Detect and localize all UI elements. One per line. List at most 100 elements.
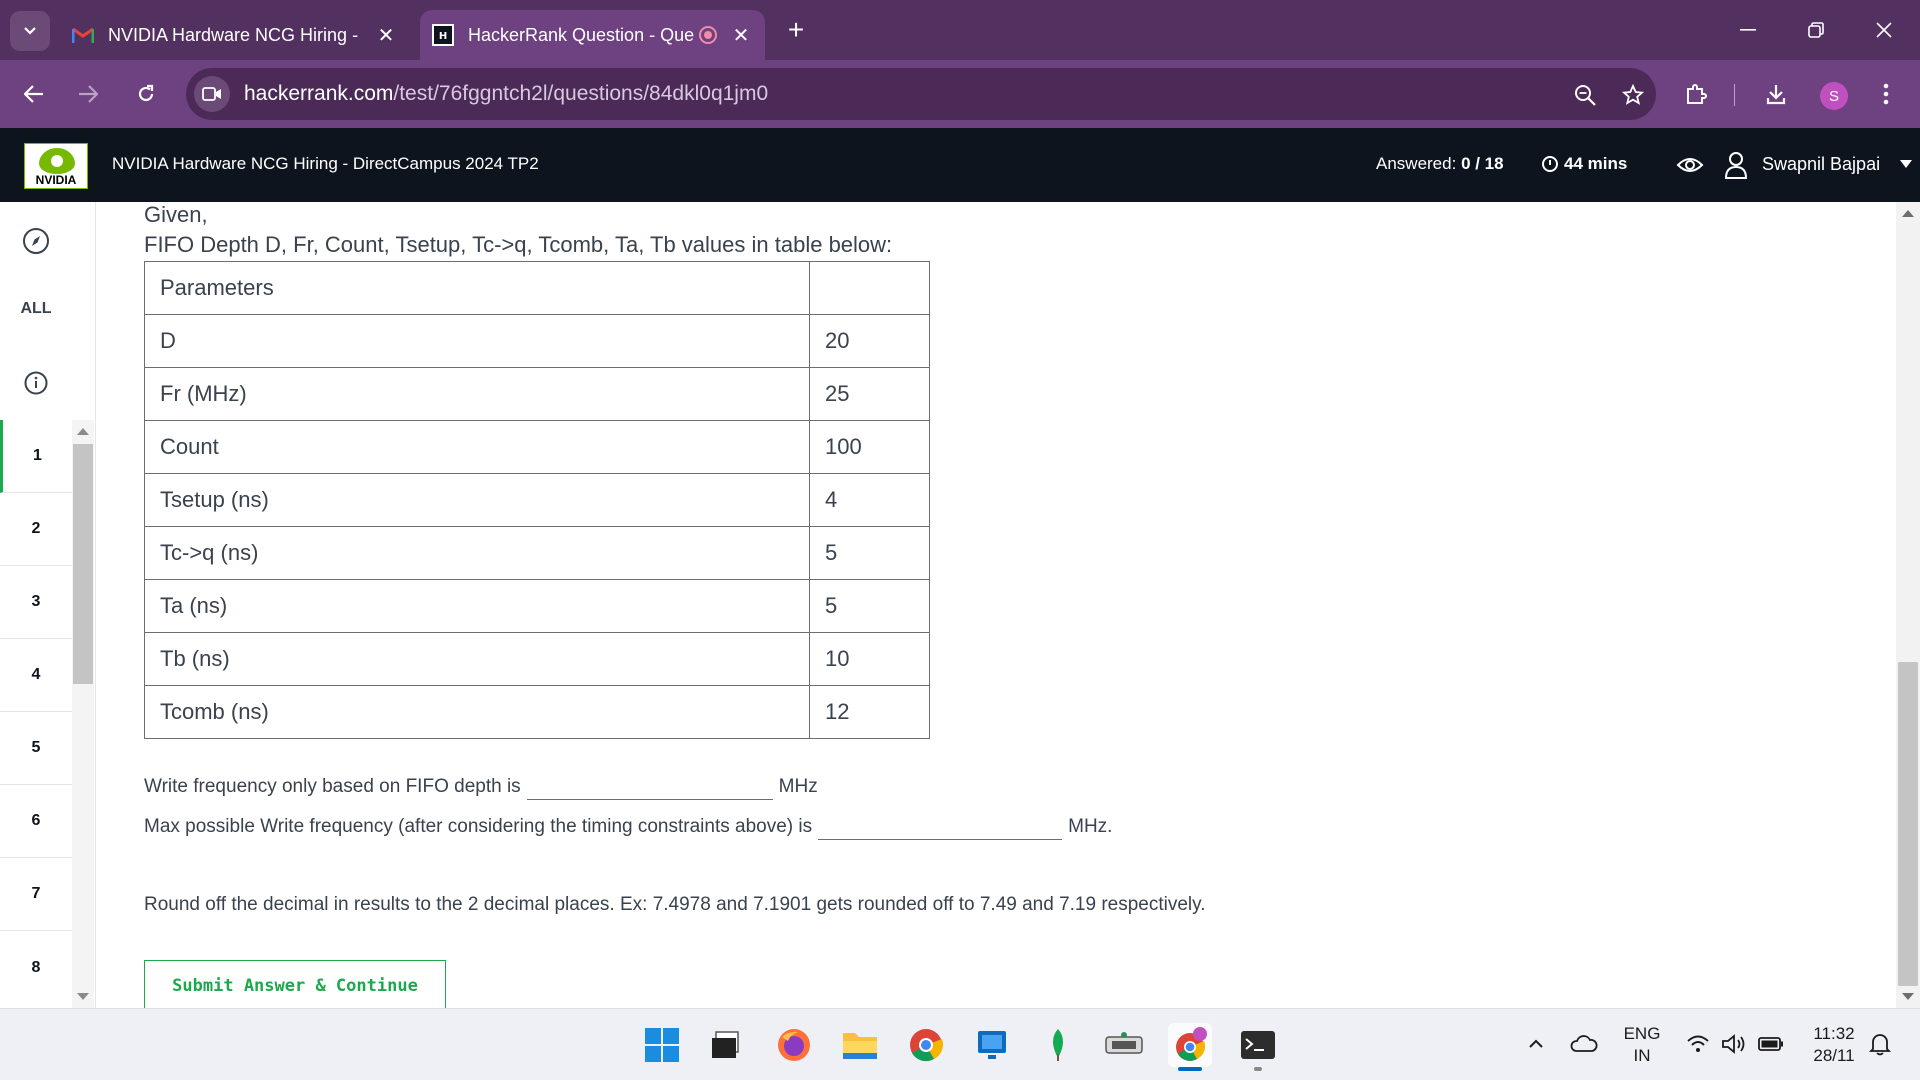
table-row: Ta (ns) 5 [144,579,930,633]
page-scrollbar[interactable] [1896,202,1920,1008]
zoom-icon[interactable] [1570,80,1600,110]
downloads-button[interactable] [1756,74,1796,114]
tab-title: HackerRank Question - Que [468,24,695,45]
question-nav-item[interactable]: 4 [0,639,72,712]
terminal-icon[interactable] [1236,1023,1280,1067]
download-icon [1766,85,1786,105]
tab-gmail[interactable]: NVIDIA Hardware NCG Hiring - ✕ [60,10,410,60]
tab-hackerrank[interactable]: H HackerRank Question - Que ✕ [420,10,765,60]
bookmark-star-icon[interactable] [1618,80,1648,110]
rounding-note: Round off the decimal in results to the … [144,894,1206,915]
question-content: Given, FIFO Depth D, Fr, Count, Tsetup, … [144,202,1844,1008]
dictionary-icon[interactable] [1102,1023,1146,1067]
user-name[interactable]: Swapnil Bajpai [1762,154,1880,175]
region-code: IN [1633,1046,1651,1065]
close-icon[interactable]: ✕ [727,21,755,49]
answered-counter: Answered: 0 / 18 [1376,154,1504,174]
table-row: Tcomb (ns) 12 [144,685,930,739]
scrollbar-thumb[interactable] [1898,662,1918,986]
test-title: NVIDIA Hardware NCG Hiring - DirectCampu… [112,154,539,173]
reload-icon [138,84,154,102]
mongodb-icon[interactable] [1036,1023,1080,1067]
param-value: 100 [809,420,930,474]
scroll-up-icon[interactable] [77,428,89,435]
nvidia-logo: NVIDIA [24,143,88,189]
all-questions-button[interactable]: ALL [0,284,72,334]
param-value: 25 [809,367,930,421]
caret-down-icon[interactable] [1900,160,1912,168]
tab-title: NVIDIA Hardware NCG Hiring - [108,24,359,45]
windows-start-icon[interactable] [640,1023,684,1067]
scroll-up-icon[interactable] [1902,210,1914,217]
browser-menu-button[interactable] [1866,74,1906,114]
user-icon[interactable] [1724,150,1748,180]
url-path: /test/76fggntch2l/questions/84dkl0q1jm0 [393,82,769,105]
question-nav-item[interactable]: 5 [0,712,72,785]
language-code: ENG [1623,1024,1661,1043]
time-remaining: 44 mins [1542,154,1627,174]
file-icon[interactable] [704,1023,748,1067]
url-text[interactable]: hackerrank.com/test/76fggntch2l/question… [244,82,768,106]
table-row: Tc->q (ns) 5 [144,526,930,580]
info-icon [24,371,48,395]
file-explorer-icon[interactable] [838,1023,882,1067]
puzzle-icon [1687,84,1707,104]
table-header-cell [809,261,930,315]
system-clock[interactable]: 11:32 28/11 [1804,1023,1864,1067]
svg-text:H: H [439,31,447,42]
restore-icon [1808,22,1824,38]
chevron-up-icon[interactable] [1524,1029,1548,1059]
submit-answer-button[interactable]: Submit Answer & Continue [144,960,446,1008]
question-nav-item[interactable]: 3 [0,566,72,639]
url-domain: hackerrank.com [244,82,394,105]
close-window-button[interactable] [1856,10,1912,50]
scroll-down-icon[interactable] [1902,993,1914,1000]
scroll-down-icon[interactable] [77,993,89,1000]
question-nav-item[interactable]: 8 [0,931,72,1004]
address-bar[interactable]: hackerrank.com/test/76fggntch2l/question… [186,68,1656,120]
battery-icon[interactable] [1756,1029,1786,1059]
profile-avatar[interactable]: S [1820,82,1848,110]
sidebar-scrollbar[interactable] [72,420,94,1008]
question-nav-item[interactable]: 1 [0,420,72,493]
table-header-cell: Parameters [144,261,810,315]
question-nav-item[interactable]: 7 [0,858,72,931]
wifi-icon[interactable] [1684,1029,1712,1059]
eye-icon[interactable] [1676,152,1704,178]
chevron-down-icon [24,27,36,35]
restore-button[interactable] [1788,10,1844,50]
question-nav-item[interactable]: 2 [0,493,72,566]
chrome-icon[interactable] [904,1023,948,1067]
more-vertical-icon [1883,83,1889,105]
tab-search-button[interactable] [10,11,50,51]
app-icon[interactable] [970,1023,1014,1067]
scrollbar-thumb[interactable] [73,444,93,684]
table-row: Count 100 [144,420,930,474]
answered-value: 0 / 18 [1461,154,1504,173]
logo-text: NVIDIA [35,173,77,187]
back-button[interactable] [14,74,54,114]
blank-question-1: Write frequency only based on FIFO depth… [144,774,818,800]
write-freq-depth-input[interactable] [526,774,773,800]
forward-button[interactable] [68,74,108,114]
camera-icon[interactable] [194,76,230,112]
info-button[interactable] [0,358,72,408]
firefox-icon[interactable] [772,1023,816,1067]
clock-date: 28/11 [1813,1046,1855,1065]
hackerrank-icon: H [432,24,454,46]
given-text: Given, [144,202,208,227]
minimize-button[interactable] [1720,10,1776,50]
language-indicator[interactable]: ENG IN [1620,1023,1664,1067]
chrome-profile-icon[interactable] [1168,1023,1212,1067]
close-icon[interactable]: ✕ [372,21,400,49]
reload-button[interactable] [126,74,166,114]
onedrive-icon[interactable] [1568,1029,1600,1059]
table-row: Fr (MHz) 25 [144,367,930,421]
extensions-button[interactable] [1676,74,1716,114]
compass-button[interactable] [0,216,72,266]
notification-icon[interactable] [1866,1029,1894,1059]
new-tab-button[interactable]: + [780,14,812,46]
question-nav-item[interactable]: 6 [0,785,72,858]
max-write-freq-input[interactable] [818,814,1063,840]
volume-icon[interactable] [1720,1029,1748,1059]
